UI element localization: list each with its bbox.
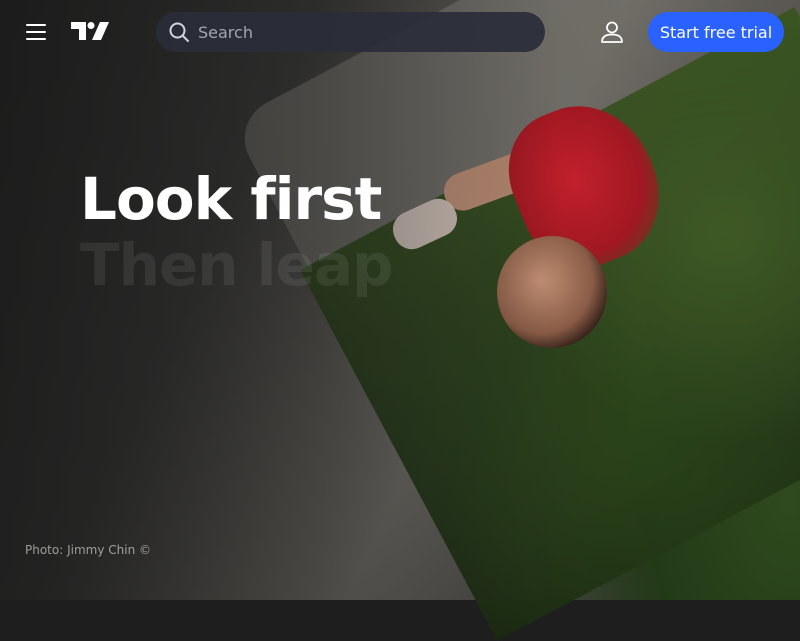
- start-free-trial-button[interactable]: Start free trial: [648, 12, 784, 52]
- top-navigation-bar: Start free trial: [0, 0, 800, 64]
- search-bar[interactable]: [156, 12, 545, 52]
- hero-headline-secondary: Then leap: [80, 231, 394, 299]
- hero-overlay: [0, 0, 800, 600]
- search-icon: [169, 22, 189, 42]
- hero-headline-primary: Look first: [80, 165, 382, 233]
- photo-credit: Photo: Jimmy Chin ©: [25, 543, 151, 557]
- hamburger-menu-icon[interactable]: [26, 24, 46, 40]
- user-icon[interactable]: [600, 20, 624, 44]
- search-input[interactable]: [196, 21, 530, 43]
- tradingview-logo[interactable]: [71, 20, 109, 42]
